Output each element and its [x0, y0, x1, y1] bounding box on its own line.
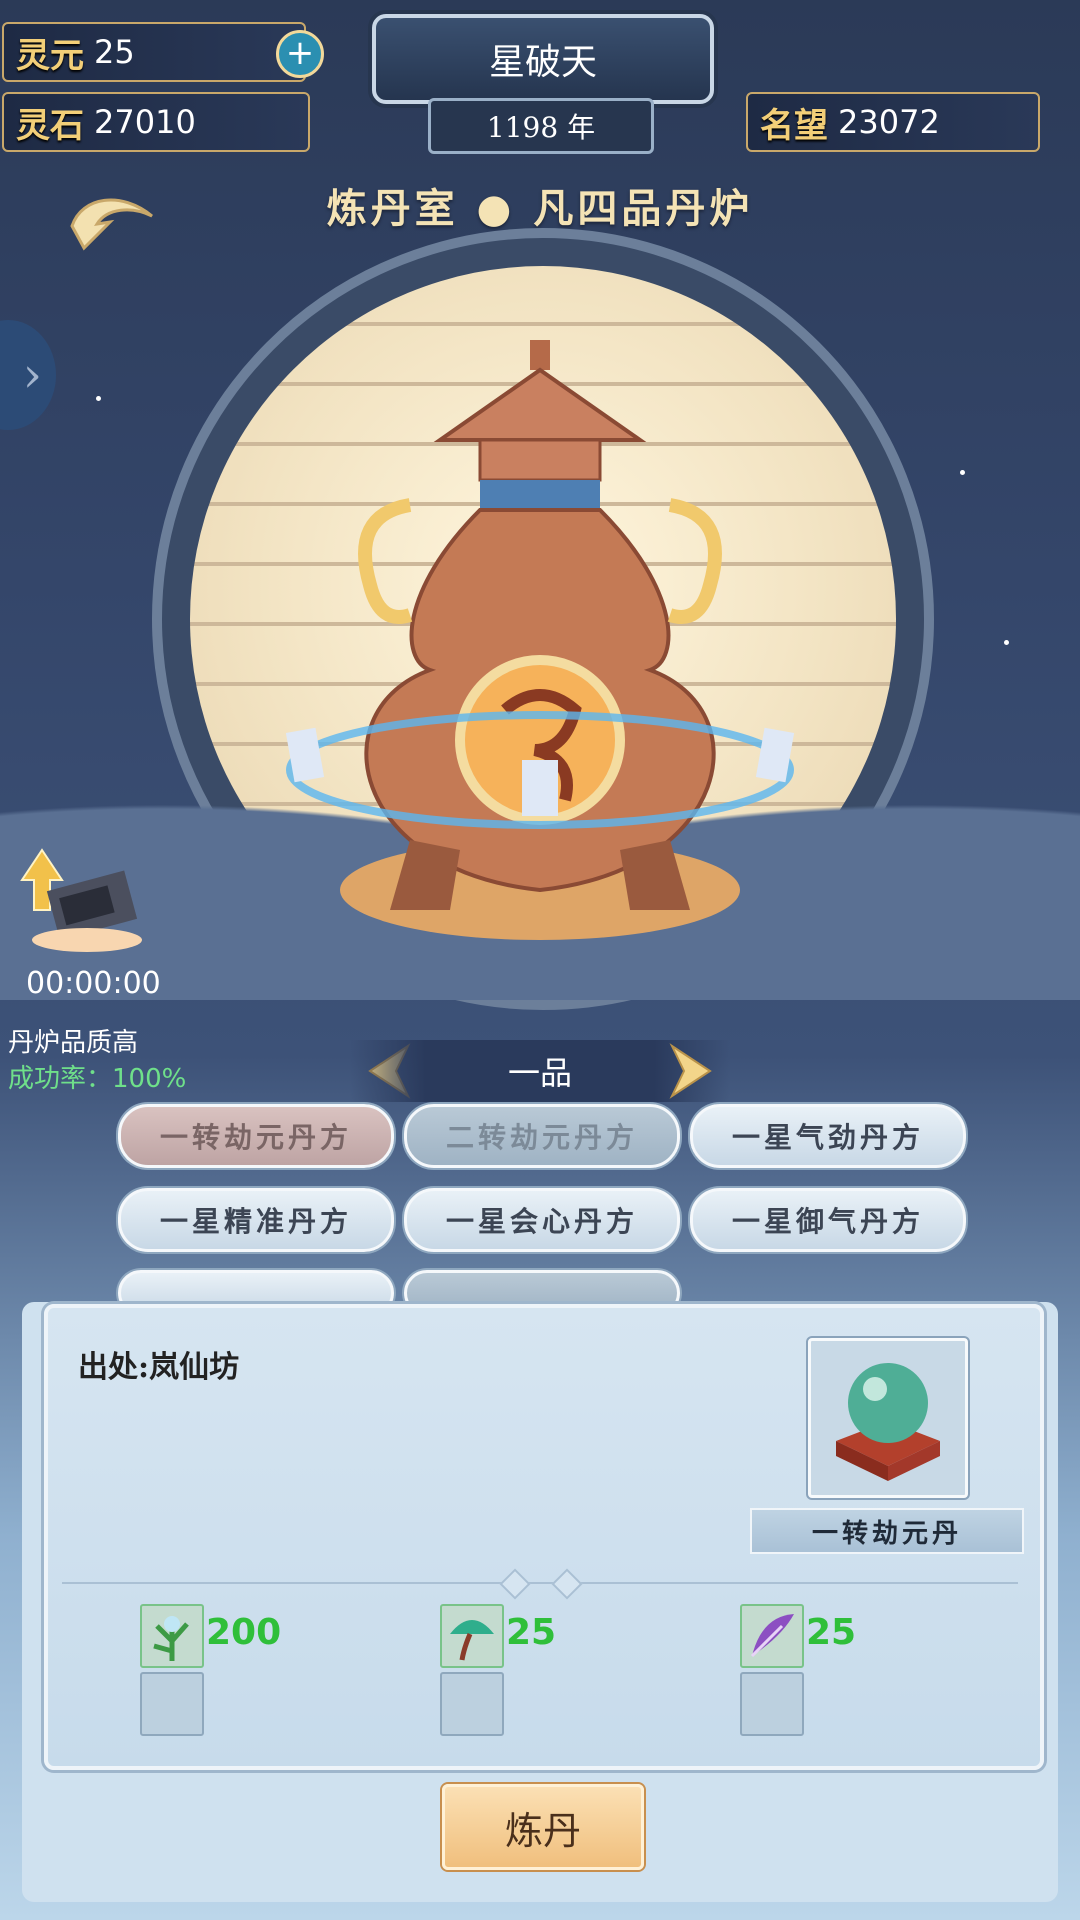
material-slot[interactable] — [140, 1604, 204, 1668]
recipe-button[interactable]: 二转劫元丹方 — [404, 1104, 680, 1168]
recipe-button[interactable]: 一转劫元丹方 — [118, 1104, 394, 1168]
side-expand-tab[interactable]: › — [0, 320, 56, 430]
lingyuan-bar: 灵元 25 + — [2, 22, 324, 82]
furnace-upgrade-icon — [20, 848, 142, 952]
back-button[interactable] — [62, 186, 162, 256]
green-pearl-icon — [836, 1363, 940, 1481]
star-decoration — [1004, 640, 1009, 645]
year-display: 1198 年 — [428, 98, 654, 154]
mingwang-value: 23072 — [838, 103, 940, 141]
material-slot[interactable] — [740, 1604, 804, 1668]
product-slot[interactable] — [808, 1338, 968, 1498]
material-extra-slot[interactable] — [140, 1672, 204, 1736]
alchemy-furnace[interactable] — [280, 330, 800, 940]
furnace-quality-text: 丹炉品质高 — [8, 1028, 139, 1058]
material-slot[interactable] — [440, 1604, 504, 1668]
product-name: 一转劫元丹 — [750, 1508, 1024, 1554]
add-lingyuan-button[interactable]: + — [276, 30, 324, 78]
back-arrow-icon — [70, 198, 153, 251]
star-decoration — [960, 470, 965, 475]
recipe-source: 出处:岚仙坊 — [78, 1350, 240, 1385]
mingwang-label: 名望 — [760, 105, 828, 146]
lingyuan-value: 25 — [94, 33, 135, 71]
material-extra-slot[interactable] — [440, 1672, 504, 1736]
success-rate: 成功率：100% — [8, 1058, 186, 1095]
herb-icon — [153, 1616, 189, 1661]
speedup-icon[interactable] — [12, 840, 162, 960]
lingshi-bar: 灵石 27010 — [2, 92, 310, 152]
realm-title: 星破天 — [372, 14, 714, 104]
material-count: 200 — [206, 1612, 282, 1653]
craft-button[interactable]: 炼丹 — [442, 1784, 644, 1870]
lingyuan-label: 灵元 — [16, 35, 84, 76]
material-extra-slot[interactable] — [740, 1672, 804, 1736]
recipe-button[interactable]: 一星会心丹方 — [404, 1188, 680, 1252]
success-rate-value: 100% — [112, 1064, 187, 1094]
mingwang-bar: 名望 23072 — [746, 92, 1040, 152]
success-rate-label: 成功率： — [8, 1064, 113, 1094]
panel-divider — [62, 1582, 1018, 1584]
mushroom-icon — [450, 1620, 494, 1661]
lingshi-label: 灵石 — [16, 105, 84, 146]
star-decoration — [96, 396, 101, 401]
room-title: 炼丹室 ● 凡四品丹炉 — [326, 185, 754, 232]
grade-next-button[interactable] — [664, 1040, 720, 1102]
material-count: 25 — [506, 1612, 557, 1653]
purple-leaf-icon — [750, 1614, 794, 1658]
recipe-button[interactable]: 一星气劲丹方 — [690, 1104, 966, 1168]
recipe-button[interactable]: 一星御气丹方 — [690, 1188, 966, 1252]
chevron-right-icon — [669, 1043, 712, 1099]
lingshi-value: 27010 — [94, 103, 196, 141]
craft-timer: 00:00:00 — [26, 966, 161, 1001]
material-count: 25 — [806, 1612, 857, 1653]
recipe-button[interactable]: 一星精准丹方 — [118, 1188, 394, 1252]
